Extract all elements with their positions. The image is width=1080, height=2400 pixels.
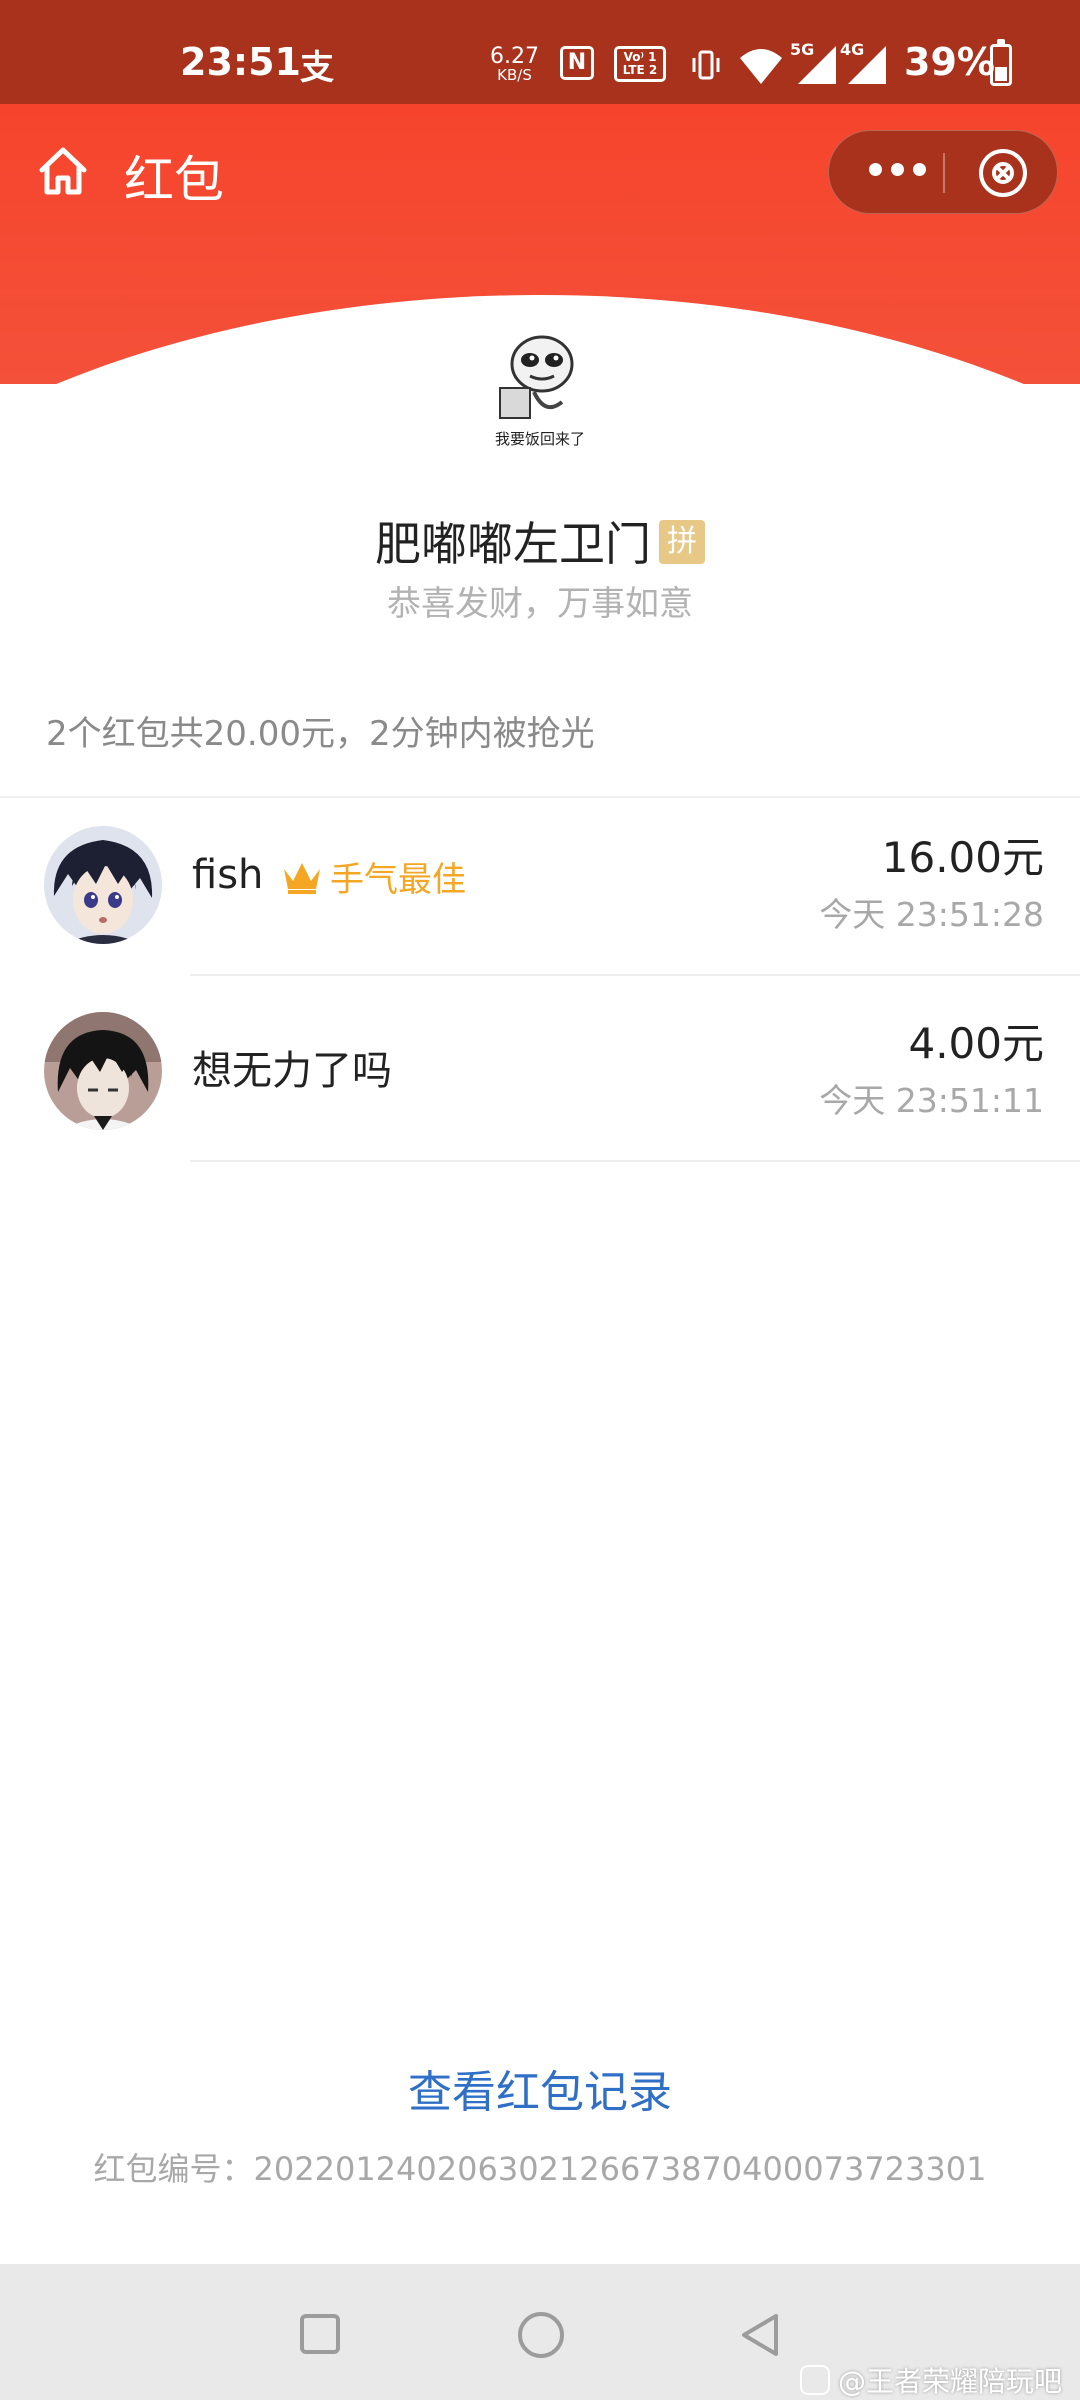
sender-avatar[interactable]: 我要饭回来了 <box>456 302 624 470</box>
best-luck-badge: 手气最佳 <box>280 852 466 901</box>
battery-nub <box>997 39 1005 44</box>
watermark-text: @王者荣耀陪玩吧 <box>838 2365 1063 2398</box>
vibrate-icon <box>692 50 720 80</box>
timestamp: 今天 23:51:11 <box>819 1081 1044 1120</box>
signal-4g: 4G <box>840 40 888 86</box>
close-circle-icon[interactable] <box>977 147 1029 199</box>
timestamp: 今天 23:51:28 <box>819 895 1044 934</box>
crown-icon <box>284 862 320 894</box>
volte-bottom: LTE 2 <box>622 63 658 77</box>
alipay-icon: 支 <box>300 48 334 88</box>
navigation-bar: @王者荣耀陪玩吧 <box>0 2264 1080 2400</box>
net-speed: 6.27 KB/S <box>490 46 539 83</box>
list-item[interactable]: fish 手气最佳 16.00元 今天 23:51:28 <box>0 790 1080 976</box>
screen: 23:51 支 6.27 KB/S N Vo⁾ 1 LTE 2 5G 4G 39… <box>0 0 1080 2400</box>
battery-icon <box>990 39 1012 86</box>
user-name: 想无力了吗 <box>192 1048 392 1094</box>
capsule-menu <box>828 130 1058 214</box>
net-speed-value: 6.27 <box>490 44 539 69</box>
meme-face-image <box>499 335 574 419</box>
status-bar: 23:51 支 6.27 KB/S N Vo⁾ 1 LTE 2 5G 4G 39… <box>0 0 1080 104</box>
home-button[interactable] <box>518 2312 564 2358</box>
pin-badge: 拼 <box>659 519 705 564</box>
user-name: fish <box>192 852 264 898</box>
greeting-text: 恭喜发财，万事如意 <box>387 584 693 624</box>
battery-fill <box>995 66 1007 81</box>
capsule-divider <box>943 153 945 193</box>
row-divider <box>190 1160 1080 1162</box>
signal-4g-label: 4G <box>840 40 865 59</box>
home-icon[interactable] <box>36 144 90 198</box>
view-records-link[interactable]: 查看红包记录 <box>0 2056 1080 2120</box>
amount: 16.00元 <box>881 833 1044 882</box>
user-avatar <box>44 826 162 944</box>
best-luck-label: 手气最佳 <box>330 860 466 900</box>
sender-name: 肥嘟嘟左卫门 <box>375 517 651 571</box>
recents-button[interactable] <box>300 2314 340 2354</box>
battery-percent: 39% <box>904 40 995 84</box>
nfc-icon: N <box>560 46 594 80</box>
signal-5g-label: 5G <box>790 40 815 59</box>
net-speed-unit: KB/S <box>497 66 532 84</box>
more-dots-icon[interactable] <box>869 163 927 181</box>
packet-id: 红包编号：20220124020630212667387040007372330… <box>93 2150 987 2188</box>
wifi-icon <box>740 49 782 84</box>
weibo-icon <box>800 2365 830 2395</box>
status-time: 23:51 <box>180 40 301 84</box>
page-title: 红包 <box>124 151 224 209</box>
volte-icon: Vo⁾ 1 LTE 2 <box>614 46 666 82</box>
watermark: @王者荣耀陪玩吧 <box>800 2360 1062 2400</box>
summary-text: 2个红包共20.00元，2分钟内被抢光 <box>46 714 595 754</box>
signal-5g: 5G <box>790 40 838 86</box>
back-button[interactable] <box>736 2310 784 2360</box>
user-avatar <box>44 1012 162 1130</box>
list-item[interactable]: 想无力了吗 4.00元 今天 23:51:11 <box>0 976 1080 1162</box>
amount: 4.00元 <box>908 1019 1044 1068</box>
avatar-caption: 我要饭回来了 <box>494 430 585 448</box>
sender-name-row: 肥嘟嘟左卫门拼 <box>0 508 1080 574</box>
